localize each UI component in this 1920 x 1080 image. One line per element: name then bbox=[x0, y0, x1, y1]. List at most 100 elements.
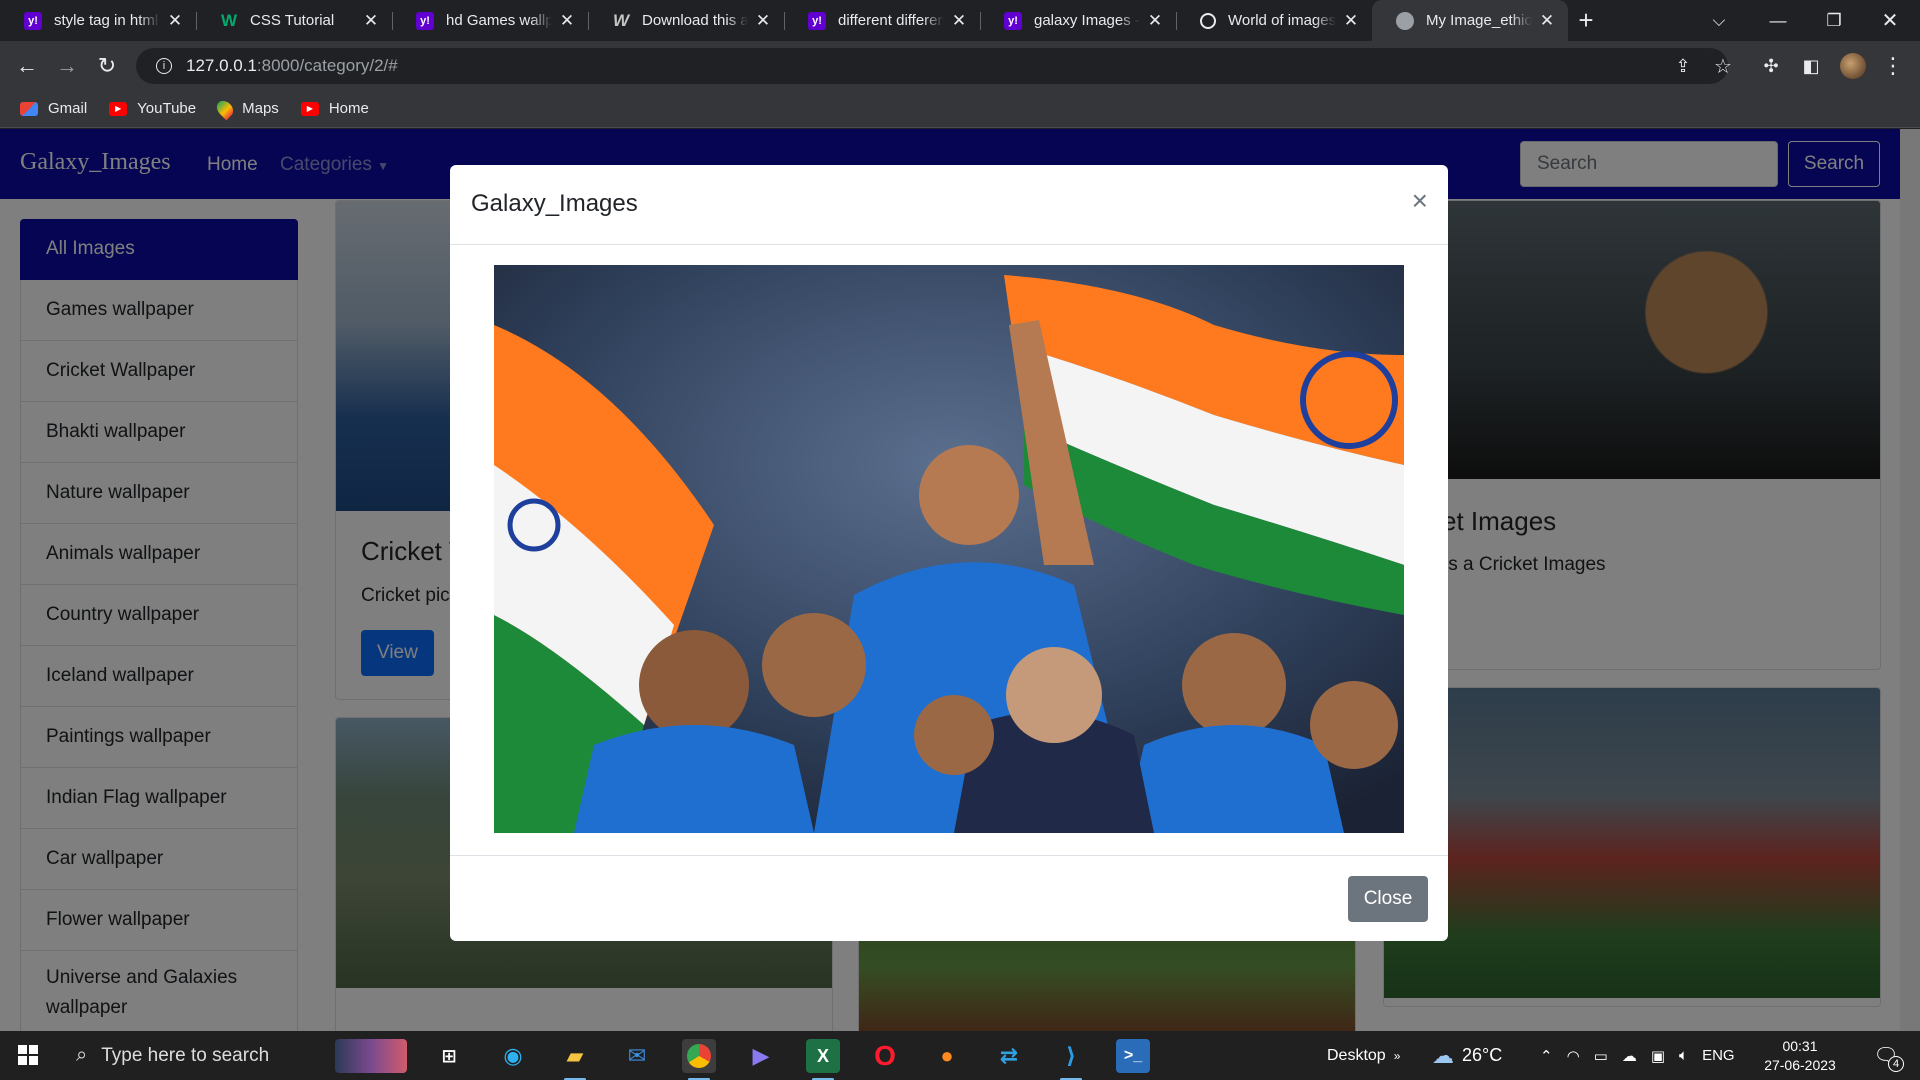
tab-title: different different bbox=[838, 12, 944, 29]
url-path: :8000/category/2/# bbox=[256, 56, 398, 75]
celebration-photo bbox=[494, 265, 1404, 833]
profile-avatar[interactable] bbox=[1840, 53, 1866, 79]
tab-title: style tag in html - bbox=[54, 12, 160, 29]
firefox-icon[interactable]: ● bbox=[930, 1039, 964, 1073]
opera-icon[interactable]: O bbox=[868, 1039, 902, 1073]
network-icon[interactable]: ▣ bbox=[1651, 1047, 1665, 1065]
tab-title: World of images bbox=[1228, 12, 1336, 29]
youtube-icon: ▶ bbox=[109, 101, 128, 116]
site-info-icon[interactable]: i bbox=[156, 58, 172, 74]
browser-toolbar: ← → ↻ i 127.0.0.1:8000/category/2/# ⇪ ☆ … bbox=[0, 41, 1920, 90]
search-highlight-icon[interactable] bbox=[335, 1039, 407, 1073]
modal-footer: Close bbox=[450, 855, 1448, 941]
tab-6[interactable]: World of images ✕ bbox=[1176, 0, 1372, 41]
tab-0[interactable]: y! style tag in html - ✕ bbox=[0, 0, 196, 41]
desktop-label: Desktop bbox=[1327, 1046, 1386, 1064]
side-panel-icon[interactable]: ◧ bbox=[1798, 53, 1824, 79]
tab-close-icon[interactable]: ✕ bbox=[950, 11, 968, 31]
restore-icon[interactable]: ❐ bbox=[1814, 0, 1854, 41]
weather-widget[interactable]: ☁ 26°C bbox=[1432, 1031, 1502, 1080]
tab-2[interactable]: y! hd Games wallpaper ✕ bbox=[392, 0, 588, 41]
tab-title: My Image_ethiopia bbox=[1426, 12, 1532, 29]
yahoo-icon: y! bbox=[24, 11, 42, 30]
windows-start-icon[interactable] bbox=[18, 1045, 38, 1065]
modal-image-cricket-celebration bbox=[494, 265, 1404, 833]
modal-header: Galaxy_Images × bbox=[450, 165, 1448, 245]
globe-icon bbox=[1396, 11, 1414, 30]
bookmark-label: Maps bbox=[242, 100, 279, 117]
tab-title: Download this awesome bbox=[642, 12, 748, 29]
modal-title: Galaxy_Images bbox=[471, 190, 638, 217]
tab-close-icon[interactable]: ✕ bbox=[754, 11, 772, 31]
notification-count: 4 bbox=[1888, 1056, 1904, 1072]
toolbar-expand-icon: » bbox=[1393, 1048, 1401, 1063]
clock-date: 27-06-2023 bbox=[1764, 1057, 1836, 1073]
edge-icon[interactable]: ◉ bbox=[496, 1039, 530, 1073]
new-tab-plus-icon[interactable]: + bbox=[1568, 0, 1604, 41]
bookmarks-bar: Gmail ▶ YouTube Maps ▶ Home bbox=[0, 90, 1920, 128]
tab-4[interactable]: y! different different ✕ bbox=[784, 0, 980, 41]
menu-kebab-icon[interactable]: ⋮ bbox=[1880, 53, 1906, 79]
bookmark-gmail[interactable]: Gmail bbox=[20, 100, 87, 117]
mail-icon[interactable]: ✉ bbox=[620, 1039, 654, 1073]
windows-taskbar: ⌕ Type here to search ⊞ ◉ ▰ ✉ ▶ X O ● ⇄ … bbox=[0, 1031, 1920, 1080]
tab-title: hd Games wallpaper bbox=[446, 12, 552, 29]
tab-1[interactable]: W CSS Tutorial ✕ bbox=[196, 0, 392, 41]
language-indicator[interactable]: ENG bbox=[1702, 1047, 1735, 1064]
modal-close-button[interactable]: Close bbox=[1348, 876, 1428, 922]
tray-chevron-up-icon[interactable]: ⌃ bbox=[1540, 1047, 1553, 1065]
excel-icon[interactable]: X bbox=[806, 1039, 840, 1080]
notifications-button[interactable]: 🗨︎ 4 bbox=[1866, 1031, 1906, 1080]
desktop-toolbar[interactable]: Desktop » bbox=[1327, 1031, 1400, 1080]
bookmark-star-icon[interactable]: ☆ bbox=[1710, 53, 1736, 79]
system-tray: ⌃ ◠ ▭ ☁ ▣ 🔈︎ ENG bbox=[1540, 1031, 1735, 1080]
extensions-puzzle-icon[interactable]: ✣ bbox=[1758, 53, 1784, 79]
tab-close-icon[interactable]: ✕ bbox=[1146, 11, 1164, 31]
battery-icon[interactable]: ▭ bbox=[1594, 1047, 1608, 1065]
media-player-icon[interactable]: ▶ bbox=[744, 1039, 778, 1073]
bookmark-maps[interactable]: Maps bbox=[213, 97, 279, 120]
powershell-icon[interactable]: >_ bbox=[1116, 1039, 1150, 1073]
bookmark-label: Home bbox=[328, 100, 369, 117]
tab-close-icon[interactable]: ✕ bbox=[1342, 11, 1360, 31]
world-icon bbox=[1200, 12, 1216, 29]
w3schools-icon: W bbox=[220, 10, 238, 30]
tab-title: galaxy Images - Yahoo bbox=[1034, 12, 1140, 29]
gmail-icon bbox=[20, 101, 38, 116]
modal-close-x-icon[interactable]: × bbox=[1412, 187, 1428, 215]
tab-3[interactable]: W Download this awesome ✕ bbox=[588, 0, 784, 41]
bookmark-youtube[interactable]: ▶ YouTube bbox=[109, 100, 196, 117]
wifi-icon[interactable]: ◠ bbox=[1567, 1047, 1580, 1065]
tab-close-icon[interactable]: ✕ bbox=[166, 11, 184, 31]
share-icon[interactable]: ⇪ bbox=[1670, 53, 1696, 79]
taskbar-clock[interactable]: 00:31 27-06-2023 bbox=[1752, 1037, 1848, 1075]
url-host: 127.0.0.1 bbox=[186, 56, 257, 75]
bookmark-label: Gmail bbox=[48, 100, 88, 117]
yahoo-icon: y! bbox=[808, 11, 826, 30]
tab-close-icon[interactable]: ✕ bbox=[558, 11, 576, 31]
forward-arrow-icon[interactable]: → bbox=[54, 53, 80, 79]
file-explorer-icon[interactable]: ▰ bbox=[558, 1039, 592, 1080]
bookmark-home[interactable]: ▶ Home bbox=[300, 100, 369, 117]
tab-close-icon[interactable]: ✕ bbox=[362, 11, 380, 31]
tab-7-active[interactable]: My Image_ethiopia ✕ bbox=[1372, 0, 1568, 41]
chrome-icon[interactable] bbox=[682, 1039, 716, 1080]
volume-icon[interactable]: 🔈︎ bbox=[1679, 1047, 1688, 1064]
window-close-icon[interactable]: ✕ bbox=[1870, 0, 1910, 41]
address-bar[interactable]: i 127.0.0.1:8000/category/2/# bbox=[136, 48, 1728, 84]
tab-close-icon[interactable]: ✕ bbox=[1538, 11, 1556, 31]
yahoo-icon: y! bbox=[416, 11, 434, 30]
tab-5[interactable]: y! galaxy Images - Yahoo ✕ bbox=[980, 0, 1176, 41]
youtube-icon: ▶ bbox=[300, 101, 319, 116]
back-arrow-icon[interactable]: ← bbox=[14, 53, 40, 79]
taskbar-search-placeholder: Type here to search bbox=[101, 1044, 270, 1066]
reload-icon[interactable]: ↻ bbox=[94, 53, 120, 79]
onedrive-cloud-icon[interactable]: ☁ bbox=[1622, 1047, 1637, 1065]
task-view-icon[interactable]: ⊞ bbox=[432, 1039, 466, 1073]
tab-search-chevron-icon[interactable]: ⌵ bbox=[1704, 0, 1734, 41]
minimize-icon[interactable]: — bbox=[1758, 0, 1798, 41]
remote-desktop-icon[interactable]: ⇄ bbox=[992, 1039, 1026, 1073]
cloud-icon: ☁ bbox=[1432, 1042, 1454, 1068]
tab-strip: y! style tag in html - ✕ W CSS Tutorial ✕ y!… bbox=[0, 0, 1920, 41]
vscode-icon[interactable]: ⟩ bbox=[1054, 1039, 1088, 1080]
